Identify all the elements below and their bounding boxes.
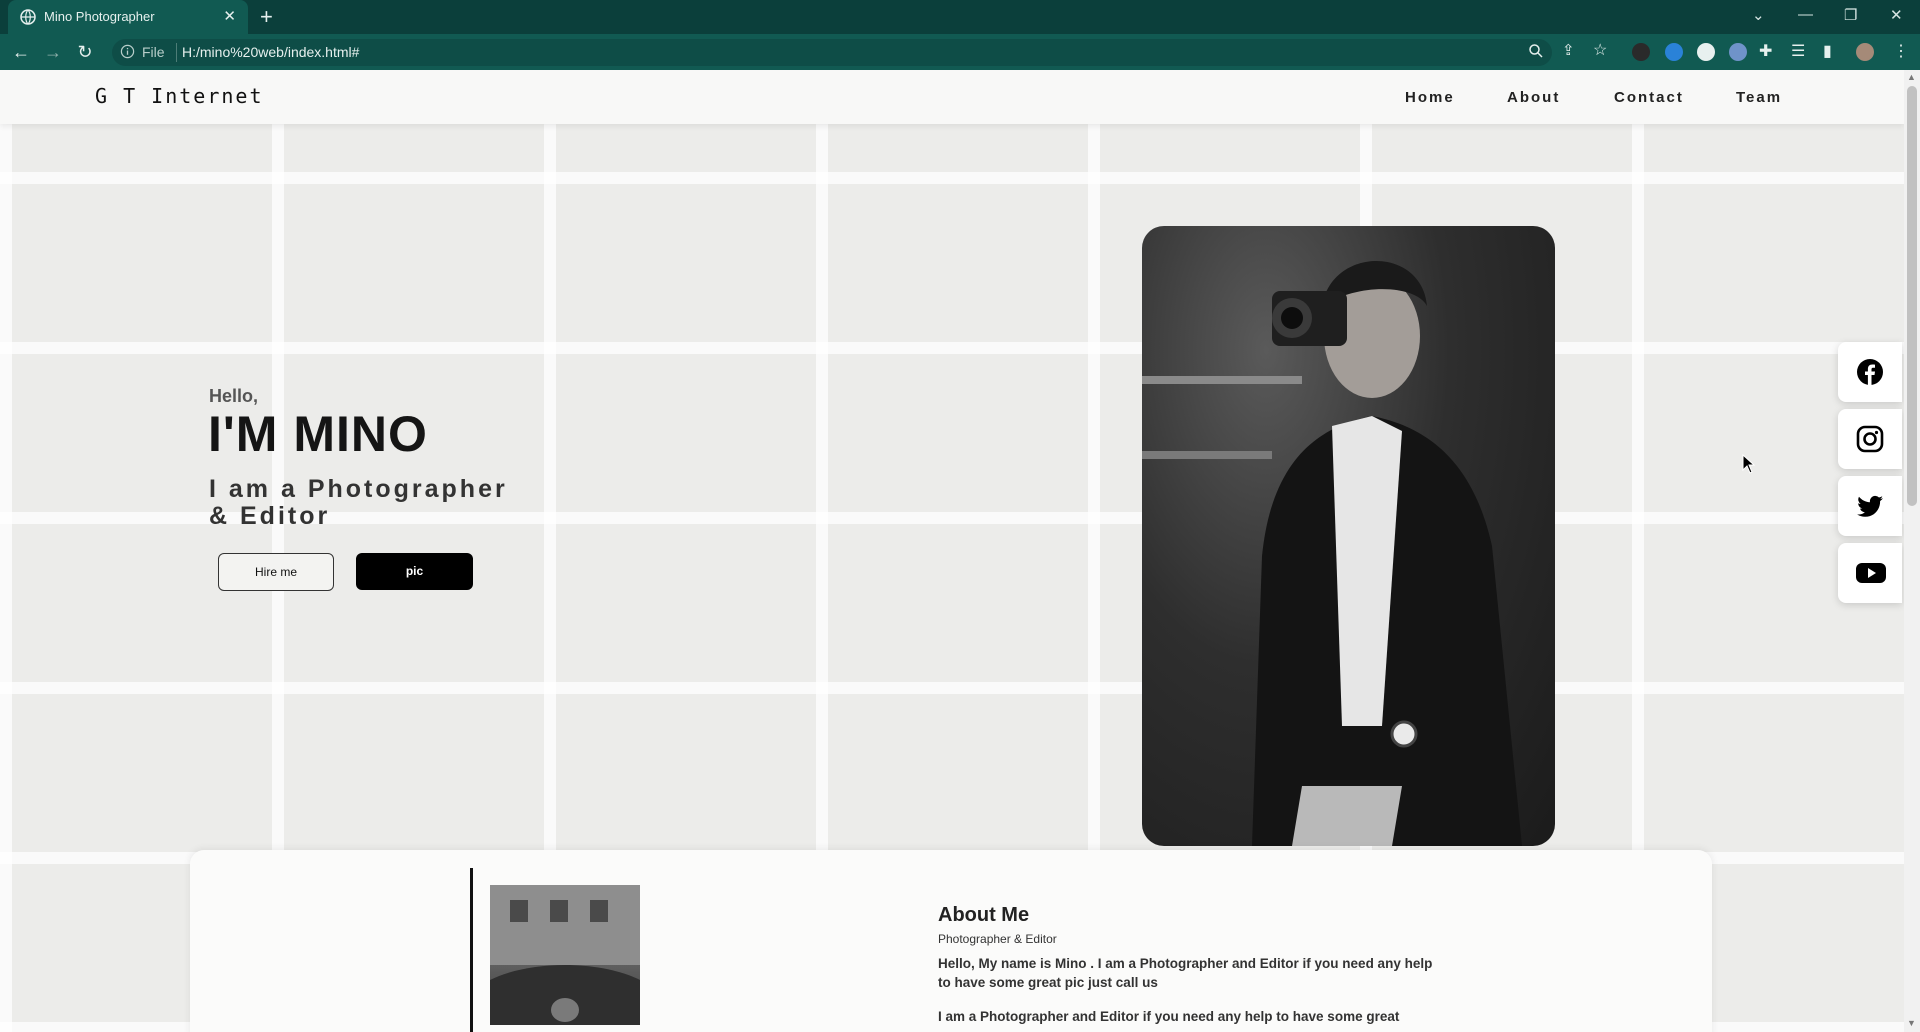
tab-title: Mino Photographer (44, 9, 155, 24)
extension-icon-3[interactable] (1697, 43, 1715, 61)
hero-name: I'M MINO (208, 406, 428, 462)
page-viewport: G T Internet Home About Contact Team Hel… (0, 70, 1904, 1032)
extension-icon-2[interactable] (1665, 43, 1683, 61)
mouse-cursor-icon (1742, 454, 1756, 474)
browser-toolbar: ← → ↻ File H:/mino%20web/index.html# ⇪ ☆… (0, 34, 1920, 70)
minimize-icon[interactable]: — (1798, 6, 1813, 23)
site-brand[interactable]: G T Internet (95, 84, 264, 108)
info-icon[interactable] (120, 44, 135, 59)
photographer-silhouette (1142, 261, 1522, 846)
menu-kebab-icon[interactable]: ⋮ (1893, 41, 1909, 61)
building-photo (490, 885, 640, 1025)
hire-me-button[interactable]: Hire me (218, 553, 334, 591)
twitter-icon (1857, 495, 1883, 517)
media-control-icon[interactable]: ☰ (1791, 41, 1805, 61)
puzzle-icon[interactable]: ✚ (1759, 41, 1772, 61)
hero-role-line2: & Editor (209, 502, 331, 530)
about-section: About Me Photographer & Editor Hello, My… (190, 850, 1712, 1032)
url-text[interactable]: H:/mino%20web/index.html# (182, 44, 359, 60)
share-icon[interactable]: ⇪ (1562, 41, 1575, 59)
hero-photo (1142, 226, 1555, 846)
about-photo (490, 885, 640, 1025)
hero-greeting: Hello, (209, 386, 259, 406)
new-tab-button[interactable]: + (260, 4, 273, 30)
hero-role: I am a Photographer & Editor (209, 476, 529, 530)
facebook-icon (1857, 359, 1883, 386)
tab-strip: Mino Photographer ✕ + ⌄ — ❐ ✕ (0, 0, 1920, 34)
scroll-up-icon[interactable]: ▲ (1907, 72, 1916, 82)
about-subtitle: Photographer & Editor (938, 932, 1057, 946)
nav-link-team[interactable]: Team (1736, 89, 1782, 106)
browser-tab[interactable]: Mino Photographer ✕ (8, 0, 248, 34)
avatar[interactable] (1856, 43, 1874, 61)
close-tab-icon[interactable]: ✕ (223, 7, 236, 25)
close-window-icon[interactable]: ✕ (1890, 6, 1903, 24)
social-instagram-button[interactable] (1838, 409, 1902, 469)
globe-icon (20, 9, 36, 25)
address-bar[interactable]: File H:/mino%20web/index.html# (112, 39, 1552, 66)
about-divider-line (470, 868, 473, 1032)
about-paragraph-1: Hello, My name is Mino . I am a Photogra… (938, 956, 1433, 990)
bookmark-star-icon[interactable]: ☆ (1593, 40, 1607, 60)
nav-link-contact[interactable]: Contact (1614, 89, 1684, 106)
about-title: About Me (938, 904, 1030, 926)
tab-search-icon[interactable]: ⌄ (1752, 6, 1765, 24)
scrollbar-thumb[interactable] (1907, 86, 1917, 506)
extension-icon-4[interactable] (1729, 43, 1747, 61)
instagram-icon (1856, 425, 1884, 453)
pic-button[interactable]: pic (356, 553, 473, 590)
extension-icon-1[interactable] (1632, 43, 1650, 61)
omnibox-separator (176, 43, 177, 62)
hero-role-line1: I am a Photographer (209, 475, 508, 503)
side-panel-icon[interactable]: ▮ (1823, 41, 1832, 61)
social-facebook-button[interactable] (1838, 342, 1902, 402)
forward-icon[interactable]: → (42, 41, 64, 63)
back-icon[interactable]: ← (10, 41, 32, 63)
youtube-icon (1856, 563, 1886, 583)
zoom-icon[interactable] (1528, 43, 1544, 59)
page-scrollbar[interactable]: ▲ ▼ (1904, 70, 1920, 1032)
social-youtube-button[interactable] (1838, 543, 1902, 603)
nav-link-about[interactable]: About (1507, 89, 1560, 106)
restore-icon[interactable]: ❐ (1844, 6, 1857, 24)
nav-link-home[interactable]: Home (1405, 89, 1455, 106)
scroll-down-icon[interactable]: ▼ (1907, 1018, 1916, 1028)
social-twitter-button[interactable] (1838, 476, 1902, 536)
reload-icon[interactable]: ↻ (74, 41, 96, 63)
file-label: File (142, 44, 165, 60)
about-paragraph-2: I am a Photographer and Editor if you ne… (938, 1009, 1400, 1024)
site-navbar: G T Internet Home About Contact Team (0, 70, 1904, 124)
